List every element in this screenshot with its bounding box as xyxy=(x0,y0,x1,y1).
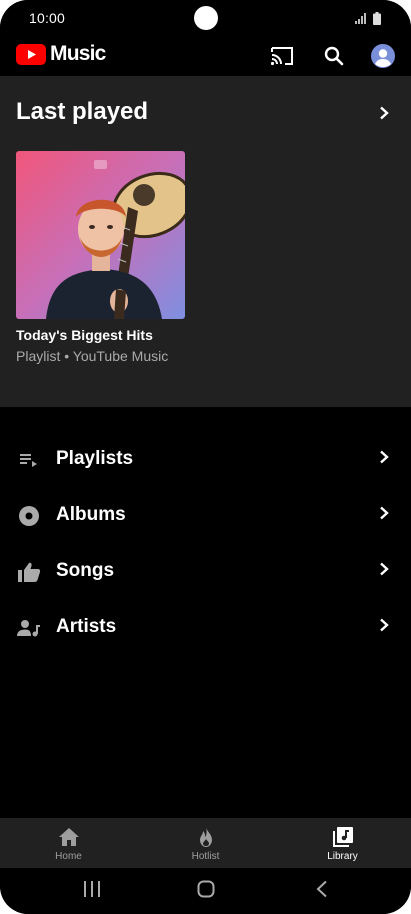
search-icon xyxy=(324,46,344,66)
search-button[interactable] xyxy=(318,40,350,72)
playlist-card-subtitle: Playlist • YouTube Music xyxy=(16,348,169,364)
last-played-section: Last played Today's Biggest Hits Playlis… xyxy=(0,76,411,407)
avatar-icon xyxy=(371,44,395,68)
back-icon[interactable] xyxy=(315,880,329,898)
last-played-more-button[interactable] xyxy=(379,106,389,125)
cast-button[interactable] xyxy=(266,40,298,72)
battery-icon xyxy=(373,11,381,25)
library-item-label: Songs xyxy=(56,560,115,581)
library-item-albums[interactable]: Albums xyxy=(0,488,411,544)
system-navigation-bar xyxy=(0,868,411,914)
artist-icon xyxy=(17,620,40,637)
account-avatar-button[interactable] xyxy=(367,40,399,72)
chevron-right-icon xyxy=(380,450,389,464)
nav-label: Library xyxy=(327,851,358,862)
nav-label: Hotlist xyxy=(191,851,220,862)
library-item-label: Artists xyxy=(56,616,117,637)
album-icon xyxy=(19,506,39,526)
playlist-cover-image xyxy=(16,151,185,319)
logo-text: Music xyxy=(50,42,106,65)
playlist-icon xyxy=(20,454,37,467)
flame-icon xyxy=(199,827,212,847)
signal-icon xyxy=(355,12,366,24)
phone-screen: 10:00 Music Last played Today's Biggest … xyxy=(0,0,411,914)
nav-item-home[interactable]: Home xyxy=(0,818,137,868)
library-list: Playlists Albums Songs Artists xyxy=(0,432,411,656)
library-item-label: Playlists xyxy=(56,448,134,469)
cast-icon xyxy=(270,47,293,66)
section-title: Last played xyxy=(16,98,149,125)
recent-apps-icon[interactable] xyxy=(83,880,101,898)
chevron-right-icon xyxy=(380,618,389,632)
camera-cutout xyxy=(194,6,218,30)
bottom-navigation: Home Hotlist Library xyxy=(0,818,411,868)
library-item-playlists[interactable]: Playlists xyxy=(0,432,411,488)
status-time: 10:00 xyxy=(29,10,66,26)
youtube-music-logo[interactable]: Music xyxy=(16,42,106,66)
library-item-songs[interactable]: Songs xyxy=(0,544,411,600)
status-icons xyxy=(355,11,381,25)
home-button-icon[interactable] xyxy=(197,880,215,898)
playlist-card-title[interactable]: Today's Biggest Hits xyxy=(16,327,153,343)
app-bar: Music xyxy=(0,36,411,76)
nav-item-library[interactable]: Library xyxy=(274,818,411,868)
library-item-artists[interactable]: Artists xyxy=(0,600,411,656)
chevron-right-icon xyxy=(380,562,389,576)
nav-item-hotlist[interactable]: Hotlist xyxy=(137,818,274,868)
library-item-label: Albums xyxy=(56,504,126,525)
nav-label: Home xyxy=(55,851,82,862)
youtube-play-logo-icon xyxy=(16,43,46,65)
playlist-thumbnail[interactable] xyxy=(16,151,185,319)
home-icon xyxy=(58,828,79,846)
thumb-up-icon xyxy=(18,562,41,582)
chevron-right-icon xyxy=(380,106,389,120)
chevron-right-icon xyxy=(380,506,389,520)
library-music-icon xyxy=(332,827,353,847)
